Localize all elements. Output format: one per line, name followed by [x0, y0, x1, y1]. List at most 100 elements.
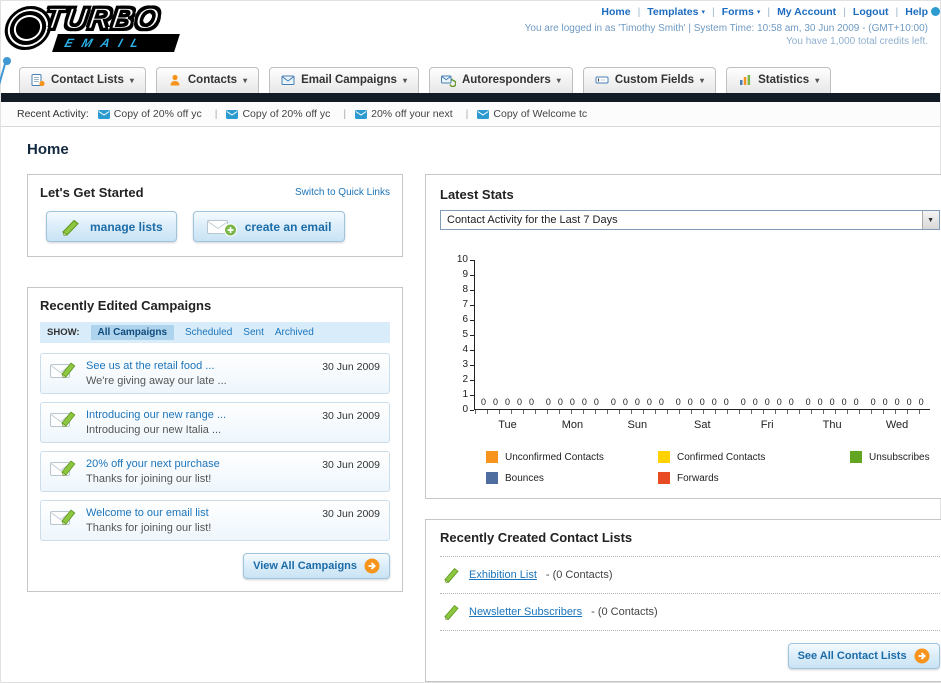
chart-day-group: 00000 — [475, 260, 540, 409]
chart-value-label: 0 — [841, 397, 847, 407]
chart-value-label: 0 — [516, 397, 522, 407]
legend-swatch — [486, 451, 498, 463]
chart-value-label: 0 — [906, 397, 912, 407]
campaign-subtitle: Introducing our new Italia ... — [86, 424, 222, 436]
chart-x-label: Sat — [694, 419, 711, 431]
contact-activity-chart: 10 9 8 7 6 5 4 3 2 1 0 000000000000000000000000000… — [452, 255, 930, 484]
chart-day-group: 00000 — [605, 260, 670, 409]
tab-email-campaigns[interactable]: Email Campaigns ▾ — [269, 67, 419, 93]
recent-activity-item[interactable]: Copy of Welcome tc — [477, 108, 587, 120]
chart-x-label: Mon — [561, 419, 584, 431]
arrow-right-icon — [914, 648, 930, 664]
contact-lists-icon — [31, 73, 45, 87]
chart-value-label: 0 — [764, 397, 770, 407]
campaign-list: See us at the retail food ... We're givi… — [40, 353, 390, 541]
email-icon — [97, 109, 110, 119]
logo-title: TURBO — [41, 0, 164, 37]
campaign-title-link[interactable]: Introducing our new range ... — [86, 409, 313, 421]
campaign-date: 30 Jun 2009 — [322, 508, 380, 520]
chart-x-label: Tue — [498, 419, 517, 431]
see-all-contact-lists-button[interactable]: See All Contact Lists — [787, 643, 940, 669]
pencil-icon — [442, 603, 460, 621]
manage-lists-button[interactable]: manage lists — [46, 211, 177, 242]
chart-value-label: 0 — [545, 397, 551, 407]
top-link-templates[interactable]: Templates — [647, 6, 698, 18]
recent-activity-item[interactable]: 20% off your next — [355, 108, 468, 120]
top-link-forms[interactable]: Forms — [722, 6, 754, 18]
chart-value-label: 0 — [557, 397, 563, 407]
chart-day-group: 00000 — [800, 260, 865, 409]
header-corner-dot — [931, 7, 940, 16]
contact-list-link[interactable]: Exhibition List — [469, 569, 537, 581]
campaign-title-link[interactable]: 20% off your next purchase — [86, 458, 313, 470]
envelope-edit-icon — [50, 507, 77, 528]
filter-all-campaigns[interactable]: All Campaigns — [90, 325, 175, 340]
chart-value-label: 0 — [882, 397, 888, 407]
legend-item: Unconfirmed Contacts — [486, 451, 658, 463]
top-link-my-account[interactable]: My Account — [777, 6, 836, 18]
tab-statistics[interactable]: Statistics ▾ — [726, 67, 832, 93]
recently-created-contact-lists-panel: Recently Created Contact Lists Exhibitio… — [425, 519, 941, 682]
tab-label: Contact Lists — [51, 74, 124, 86]
contact-list-link[interactable]: Newsletter Subscribers — [469, 606, 582, 618]
envelope-edit-icon — [50, 458, 77, 479]
chart-value-label: 0 — [740, 397, 746, 407]
top-link-logout[interactable]: Logout — [853, 6, 889, 18]
chart-day-group: 00000 — [540, 260, 605, 409]
latest-stats-panel: Latest Stats Contact Activity for the La… — [425, 174, 941, 499]
show-label: SHOW: — [47, 327, 80, 338]
legend-item: Confirmed Contacts — [658, 451, 850, 463]
chart-value-label: 0 — [492, 397, 498, 407]
stats-period-value: Contact Activity for the Last 7 Days — [447, 214, 618, 226]
chart-plot-area: 00000000000000000000000000000000000 — [474, 260, 930, 414]
recent-activity-label: Recent Activity: — [17, 108, 89, 120]
chart-value-label: 0 — [581, 397, 587, 407]
tab-autoresponders[interactable]: Autoresponders ▾ — [428, 67, 573, 93]
legend-swatch — [658, 472, 670, 484]
top-link-home[interactable]: Home — [601, 6, 630, 18]
recent-activity-bar: Recent Activity: Copy of 20% off yc Copy… — [1, 102, 940, 127]
nav-divider-bar — [1, 93, 940, 102]
envelope-edit-icon — [50, 409, 77, 430]
campaign-subtitle: We're giving away our late ... — [86, 375, 227, 387]
chart-day-group: 00000 — [735, 260, 800, 409]
tab-contact-lists[interactable]: Contact Lists ▾ — [19, 67, 146, 93]
filter-scheduled[interactable]: Scheduled — [185, 327, 232, 338]
chart-value-label: 0 — [752, 397, 758, 407]
campaign-title-link[interactable]: Welcome to our email list — [86, 507, 313, 519]
top-nav: Home Templates▾ Forms▾ My Account Logout… — [525, 6, 928, 18]
top-link-help[interactable]: Help — [905, 6, 928, 18]
app-window: TURBO EMAIL Home Templates▾ Forms▾ My Ac… — [0, 0, 941, 683]
email-icon — [477, 109, 490, 119]
recent-activity-item[interactable]: Copy of 20% off yc — [226, 108, 346, 120]
page-title: Home — [27, 141, 69, 158]
filter-archived[interactable]: Archived — [275, 327, 314, 338]
view-all-campaigns-button[interactable]: View All Campaigns — [243, 553, 390, 579]
tab-contacts[interactable]: Contacts ▾ — [155, 67, 260, 93]
campaign-row: 20% off your next purchase Thanks for jo… — [40, 451, 390, 492]
switch-to-quick-links[interactable]: Switch to Quick Links — [295, 187, 390, 198]
campaign-filters: SHOW: All Campaigns Scheduled Sent Archi… — [40, 322, 390, 343]
envelope-edit-icon — [50, 360, 77, 381]
chart-value-label: 0 — [593, 397, 599, 407]
contact-list-count: - (0 Contacts) — [545, 569, 613, 581]
filter-sent[interactable]: Sent — [243, 327, 264, 338]
create-email-button[interactable]: create an email — [192, 211, 346, 242]
chart-xlabels: Tue Mon Sun Sat Fri Thu Wed — [475, 419, 930, 431]
contact-lists-title: Recently Created Contact Lists — [440, 530, 940, 557]
y-axis: 10 9 8 7 6 5 4 3 2 1 0 — [452, 255, 474, 415]
recent-activity-item[interactable]: Copy of 20% off yc — [97, 108, 218, 120]
chart-value-label: 0 — [610, 397, 616, 407]
tab-label: Email Campaigns — [301, 74, 397, 86]
credits-info: You have 1,000 total credits left. — [786, 36, 928, 47]
chart-value-label: 0 — [853, 397, 859, 407]
campaign-title-link[interactable]: See us at the retail food ... — [86, 360, 313, 372]
tab-custom-fields[interactable]: Custom Fields ▾ — [582, 67, 717, 93]
chart-value-label: 0 — [504, 397, 510, 407]
campaign-subtitle: Thanks for joining our list! — [86, 522, 212, 534]
chevron-down-icon: ▾ — [402, 75, 407, 85]
contact-list-count: - (0 Contacts) — [591, 606, 658, 618]
stats-period-select[interactable]: Contact Activity for the Last 7 Days ▼ — [440, 210, 940, 230]
app-logo: TURBO EMAIL — [1, 0, 181, 52]
legend-swatch — [486, 472, 498, 484]
